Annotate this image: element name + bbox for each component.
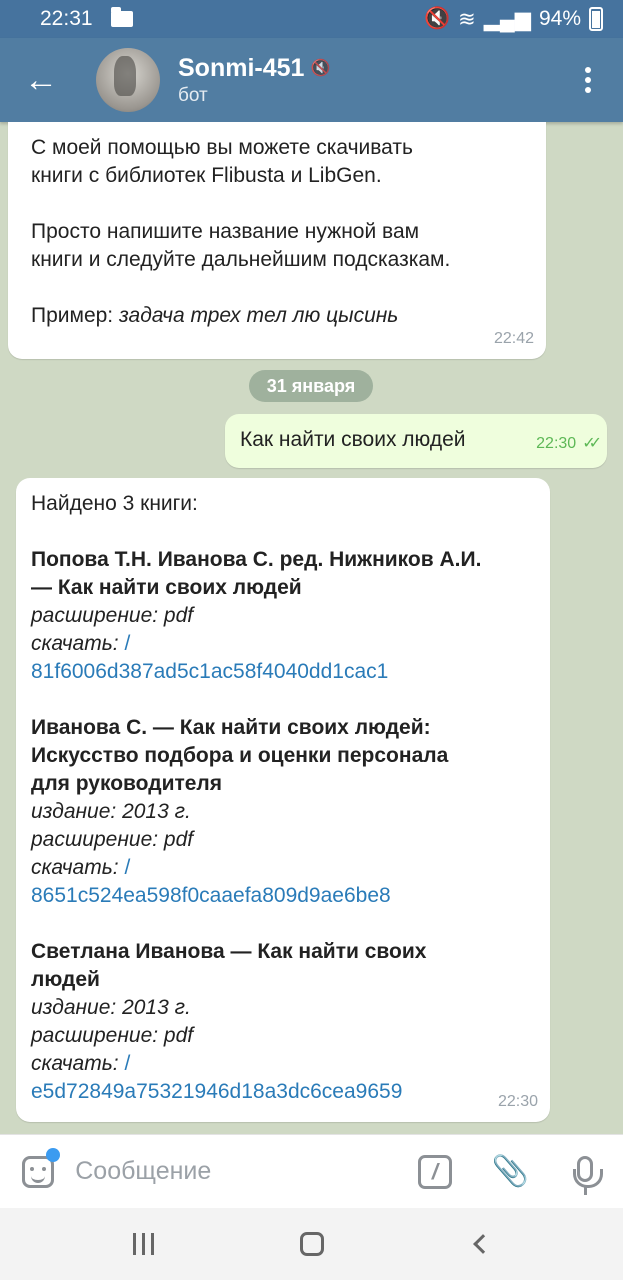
- download-link[interactable]: 8651c524ea598f0caaefa809d9ae6be8: [31, 882, 536, 910]
- bot-commands-icon[interactable]: /: [397, 1154, 472, 1189]
- book-title: Искусство подбора и оценки персонала: [31, 744, 449, 767]
- book-title: Попова Т.Н. Иванова С. ред. Нижников А.И…: [31, 548, 482, 571]
- double-check-icon: ✓✓: [582, 435, 602, 452]
- message-time: 22:30: [497, 1093, 538, 1110]
- chat-subtitle: бот: [178, 84, 208, 106]
- chat-title: Sonmi-451: [178, 53, 305, 82]
- microphone-icon[interactable]: [548, 1155, 623, 1195]
- book-extension: расширение: pdf: [31, 828, 194, 851]
- book-edition: издание: 2013 г.: [31, 800, 191, 823]
- sticker-emoji-icon[interactable]: [0, 1147, 75, 1188]
- battery-icon: [589, 7, 603, 31]
- status-bar: 22:31 🔇 ≋ ▂▄▆ 94%: [0, 0, 623, 38]
- message-input[interactable]: [75, 1157, 398, 1186]
- message-time-status: 22:30 ✓✓: [536, 430, 602, 458]
- recent-apps-icon[interactable]: [133, 1233, 154, 1255]
- example-line: Пример: задача трех тел лю цысинь: [31, 302, 522, 330]
- download-line: скачать: /: [31, 630, 536, 658]
- attach-icon[interactable]: 📎: [473, 1154, 548, 1189]
- date-separator: 31 января: [249, 370, 373, 402]
- download-link[interactable]: /: [124, 1052, 130, 1075]
- download-label: скачать:: [31, 1052, 119, 1075]
- download-label: скачать:: [31, 632, 119, 655]
- message-text: Как найти своих людей: [240, 428, 466, 451]
- book-title: — Как найти своих людей: [31, 576, 302, 599]
- folder-icon: [110, 7, 133, 27]
- download-link[interactable]: e5d72849a75321946d18a3dc6cea9659: [31, 1078, 536, 1106]
- message-text: Просто напишите название нужной вам: [31, 220, 420, 243]
- book-title: Светлана Иванова — Как найти своих: [31, 940, 427, 963]
- system-back-icon[interactable]: [473, 1234, 493, 1254]
- message-bubble-incoming[interactable]: С моей помощью вы можете скачивать книги…: [8, 122, 546, 359]
- status-time: 22:31: [40, 7, 93, 30]
- system-navigation-bar: [0, 1208, 623, 1280]
- example-text: задача трех тел лю цысинь: [118, 304, 399, 327]
- message-time: 22:30: [536, 435, 577, 452]
- message-time: 22:42: [493, 330, 534, 347]
- chat-title-block[interactable]: Sonmi-451 🔇 бот: [178, 54, 330, 107]
- chat-header: ← Sonmi-451 🔇 бот: [0, 38, 623, 122]
- download-line: скачать: /: [31, 854, 536, 882]
- results-count: Найдено 3 книги:: [31, 492, 198, 515]
- more-options-icon[interactable]: [553, 67, 623, 93]
- mute-status-icon: 🔇: [424, 7, 451, 30]
- message-input-bar: / 📎: [0, 1134, 623, 1208]
- download-link[interactable]: 81f6006d387ad5c1ac58f4040dd1cac1: [31, 658, 536, 686]
- download-label: скачать:: [31, 856, 119, 879]
- download-link[interactable]: /: [124, 856, 130, 879]
- book-extension: расширение: pdf: [31, 1024, 194, 1047]
- home-icon[interactable]: [300, 1232, 324, 1256]
- message-bubble-outgoing[interactable]: Как найти своих людей 22:30 ✓✓: [225, 414, 607, 468]
- signal-icon: ▂▄▆: [483, 7, 531, 31]
- download-link[interactable]: /: [124, 632, 130, 655]
- book-edition: издание: 2013 г.: [31, 996, 191, 1019]
- book-title: людей: [31, 968, 100, 991]
- battery-percent: 94%: [538, 7, 581, 30]
- message-text: С моей помощью вы можете скачивать: [31, 136, 413, 159]
- book-title: Иванова С. — Как найти своих людей:: [31, 716, 431, 739]
- back-arrow-icon[interactable]: ←: [0, 38, 82, 122]
- download-line: скачать: /: [31, 1050, 536, 1078]
- message-text: книги с библиотек Flibusta и LibGen.: [31, 164, 382, 187]
- chat-area[interactable]: С моей помощью вы можете скачивать книги…: [0, 122, 623, 1134]
- message-text: книги и следуйте дальнейшим подсказкам.: [31, 248, 451, 271]
- notification-dot: [46, 1147, 60, 1162]
- example-label: Пример:: [31, 304, 114, 327]
- message-bubble-incoming[interactable]: Найдено 3 книги: Попова Т.Н. Иванова С. …: [16, 478, 550, 1122]
- muted-icon: 🔇: [310, 60, 331, 77]
- bot-avatar[interactable]: [96, 48, 160, 112]
- book-extension: расширение: pdf: [31, 604, 194, 627]
- book-title: для руководителя: [31, 772, 223, 795]
- wifi-icon: ≋: [458, 7, 476, 31]
